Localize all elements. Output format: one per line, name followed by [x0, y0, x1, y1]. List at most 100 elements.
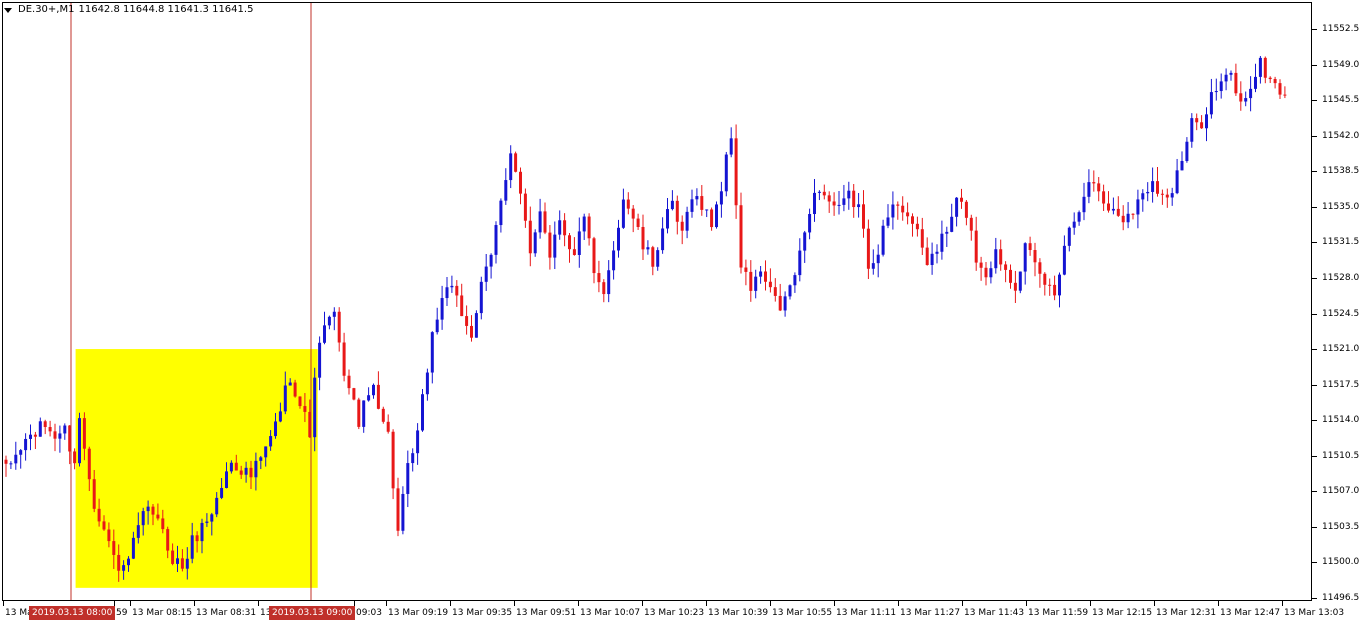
vertical-line-label[interactable]: 2019.03.13 09:00 [269, 606, 356, 620]
candle-body [1126, 213, 1130, 223]
candle-body [210, 514, 214, 522]
candle-body [1038, 262, 1042, 274]
price-tick [1312, 384, 1317, 386]
vertical-line-label[interactable]: 2019.03.13 08:00 [29, 606, 116, 620]
candle-body [92, 479, 96, 509]
candle-body [528, 220, 532, 254]
candle-body [1214, 91, 1218, 93]
candle-body [808, 214, 812, 233]
time-label: 13 Mar 11:27 [900, 608, 961, 618]
candle-body [729, 138, 733, 155]
candle-body [626, 199, 630, 209]
candle-body [288, 382, 292, 386]
candle-body [112, 541, 116, 555]
candle-body [607, 270, 611, 295]
candle-body [1131, 213, 1135, 215]
price-label: 11538.5 [1322, 166, 1360, 177]
candle-body [479, 281, 483, 314]
candle-body [592, 238, 596, 274]
candle-body [293, 382, 297, 397]
price-label: 11545.5 [1322, 95, 1360, 106]
candle-body [710, 209, 714, 228]
time-tick [1218, 601, 1219, 606]
time-tick [514, 601, 515, 606]
candle-body [1067, 227, 1071, 246]
candle-body [440, 298, 444, 320]
time-label: 13 Mar 10:23 [644, 608, 705, 618]
chevron-down-icon[interactable] [4, 7, 12, 13]
candle-body [719, 191, 723, 205]
candle-body [523, 193, 527, 221]
candle-body [1200, 122, 1204, 129]
candle-body [886, 217, 890, 226]
candle-body [411, 453, 415, 464]
candle-body [989, 268, 993, 278]
candle-body [372, 384, 375, 396]
candle-body [239, 470, 243, 475]
candle-body [14, 454, 18, 464]
candle-body [1249, 88, 1253, 99]
price-tick [1312, 349, 1317, 351]
candle-body [651, 247, 655, 267]
candle-body [38, 421, 42, 437]
candle-body [48, 427, 52, 432]
candle-body [180, 558, 184, 569]
candle-body [866, 228, 870, 269]
candle-body [857, 204, 861, 208]
candle-body [1165, 194, 1169, 198]
price-label: 11531.5 [1322, 237, 1360, 248]
candle-body [783, 296, 787, 311]
candle-body [190, 535, 194, 559]
candle-body [254, 460, 258, 478]
price-label: 11507.0 [1322, 486, 1360, 497]
candle-body [896, 204, 900, 206]
candle-body [136, 525, 140, 538]
price-chart[interactable] [0, 0, 1362, 625]
candle-body [1195, 118, 1199, 123]
candle-body [200, 522, 204, 542]
candle-body [925, 247, 929, 265]
candle-body [337, 311, 341, 343]
candle-body [984, 267, 988, 278]
candle-body [1023, 243, 1027, 272]
candle-body [700, 196, 704, 210]
candle-body [278, 411, 282, 422]
chart-header: DE.30+,M1 11642.8 11644.8 11641.3 11641.… [4, 3, 253, 17]
candle-body [587, 216, 591, 239]
candle-body [425, 372, 429, 395]
time-label: 13 Mar 09:35 [452, 608, 513, 618]
candle-body [347, 375, 351, 389]
candle-body [1278, 83, 1282, 95]
price-label: 11503.5 [1322, 521, 1360, 532]
candle-body [768, 281, 772, 288]
candle-body [127, 558, 130, 566]
candle-body [945, 231, 949, 234]
candle-body [734, 138, 738, 206]
price-label: 11542.0 [1322, 130, 1360, 141]
price-label: 11528.0 [1322, 272, 1360, 283]
candle-body [9, 463, 13, 465]
price-tick [1312, 242, 1317, 244]
time-tick [770, 601, 771, 606]
candle-body [249, 467, 253, 478]
candle-body [1087, 182, 1091, 197]
candle-body [563, 220, 567, 236]
candle-body [1077, 212, 1081, 222]
candle-body [494, 225, 498, 255]
candle-body [327, 316, 331, 326]
candle-body [435, 319, 439, 333]
candle-body [244, 467, 248, 475]
candle-body [744, 267, 748, 272]
candle-body [474, 313, 478, 338]
candle-body [979, 262, 983, 268]
time-tick [898, 601, 899, 606]
candle-body [553, 234, 557, 258]
candle-body [646, 247, 650, 250]
time-label: 13 Mar 09:51 [516, 608, 577, 618]
candle-body [597, 273, 601, 283]
candle-body [969, 217, 973, 231]
candle-body [572, 249, 576, 255]
candle-body [788, 285, 792, 297]
chart-window[interactable]: DE.30+,M1 11642.8 11644.8 11641.3 11641.… [0, 0, 1362, 625]
time-label: 13 Mar 08:31 [196, 608, 257, 618]
